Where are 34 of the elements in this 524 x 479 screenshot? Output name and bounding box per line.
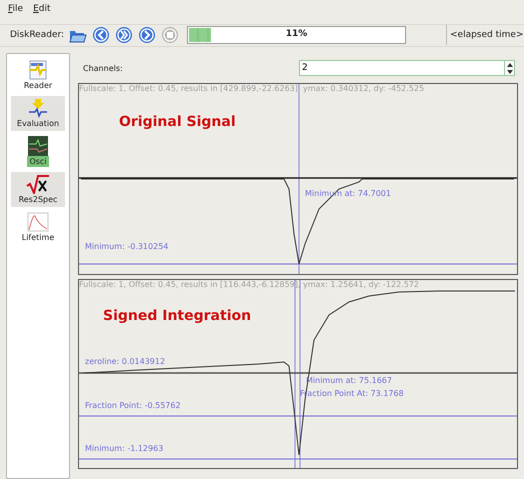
sidebar-label: Osci [27, 156, 49, 167]
sidebar-label: Lifetime [20, 232, 56, 243]
sidebar-item[interactable]: Lifetime [11, 210, 65, 245]
square-root-x-icon [26, 174, 50, 194]
plot-title: Original Signal [119, 114, 236, 130]
toolbar-label: DiskReader: [10, 30, 64, 40]
plot-annotation: Fraction Point: -0.55762 [85, 401, 181, 410]
skip-icon[interactable] [138, 26, 156, 44]
oscilloscope-icon [28, 136, 48, 156]
fast-forward-icon[interactable] [115, 26, 134, 44]
spin-buttons[interactable] [504, 60, 515, 76]
channels-label: Channels: [83, 64, 124, 72]
decay-curve-icon [27, 212, 49, 232]
plot-annotation: zeroline: 0.0143912 [85, 357, 166, 366]
menu-item[interactable]: File [8, 4, 24, 16]
waveform-document-icon [27, 60, 49, 80]
elapsed-time: <elapsed time> [446, 25, 524, 46]
menu-item[interactable]: Edit [33, 4, 51, 16]
sidebar-label: Evaluation [16, 118, 60, 129]
rewind-icon[interactable] [92, 26, 110, 44]
progress-text: 11% [284, 29, 308, 40]
plot-title: Signed Integration [103, 308, 252, 324]
plot-annotation: Minimum: -1.12963 [85, 444, 164, 453]
channels-input[interactable]: 2 [299, 60, 504, 76]
plot-annotation: Minimum: -0.310254 [85, 242, 168, 251]
sidebar-label: Reader [22, 80, 54, 91]
sidebar-label: Res2Spec [18, 194, 58, 205]
sidebar-item[interactable]: Evaluation [11, 96, 65, 131]
sidebar-item[interactable]: Osci [11, 134, 65, 169]
spin-down-icon[interactable] [506, 70, 512, 74]
waveform-arrow-icon [27, 98, 49, 118]
sidebar-item[interactable]: Res2Spec [11, 172, 65, 207]
sidebar-item[interactable]: Reader [11, 58, 65, 93]
spin-up-icon[interactable] [506, 62, 512, 66]
